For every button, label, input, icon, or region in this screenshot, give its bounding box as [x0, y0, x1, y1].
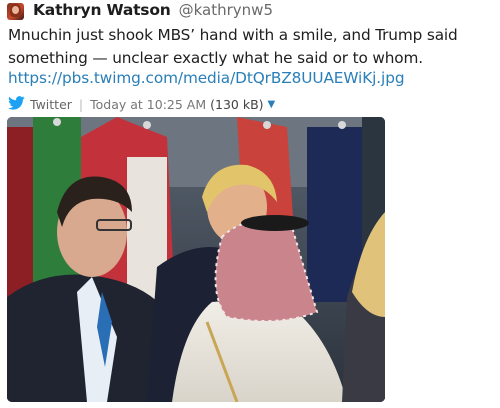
photo-illustration: [7, 117, 385, 402]
author-name[interactable]: Kathryn Watson: [33, 1, 171, 19]
media-link[interactable]: https://pbs.twimg.com/media/DtQrBZ8UUAEW…: [8, 69, 405, 87]
caret-down-icon[interactable]: ▼: [268, 99, 276, 110]
message-card: Kathryn Watson @kathrynw5 Mnuchin just s…: [0, 0, 500, 408]
author-avatar[interactable]: [7, 3, 24, 20]
attachment-meta: Twitter | Today at 10:25 AM (130 kB) ▼: [8, 95, 275, 113]
timestamp[interactable]: Today at 10:25 AM: [90, 97, 206, 112]
meta-divider: |: [78, 96, 84, 112]
twitter-bird-icon: [8, 95, 30, 113]
tweet-header: Kathryn Watson @kathrynw5: [33, 1, 273, 23]
media-image[interactable]: [7, 117, 385, 402]
tweet-text: Mnuchin just shook MBS’ hand with a smil…: [8, 26, 458, 67]
source-label[interactable]: Twitter: [30, 97, 72, 112]
file-size: (130 kB): [210, 96, 264, 112]
author-handle[interactable]: @kathrynw5: [179, 1, 273, 19]
